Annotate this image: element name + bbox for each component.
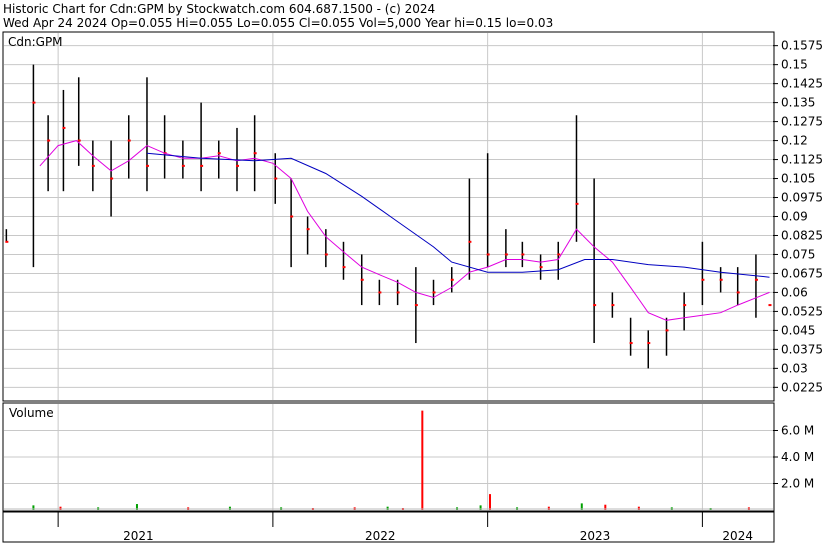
close-marker xyxy=(396,291,400,294)
year-label: 2021 xyxy=(123,529,154,543)
close-marker xyxy=(486,253,490,256)
close-marker xyxy=(217,152,221,155)
price-tick-label: 0.045 xyxy=(781,323,815,337)
close-marker xyxy=(274,177,278,180)
price-tick-label: 0.0375 xyxy=(781,342,823,356)
close-marker xyxy=(324,253,328,256)
close-marker xyxy=(611,304,615,307)
price-tick-label: 0.1275 xyxy=(781,115,823,129)
close-marker xyxy=(647,342,651,345)
price-tick-label: 0.15 xyxy=(781,58,808,72)
close-marker xyxy=(683,304,687,307)
price-tick-label: 0.135 xyxy=(781,96,815,110)
close-marker xyxy=(110,177,114,180)
price-y-axis: 0.1575 0.15 0.1425 0.135 0.1275 0.12 0.1125 0.1… xyxy=(773,39,823,394)
close-marker xyxy=(77,139,81,142)
close-marker xyxy=(200,164,204,167)
price-tick-label: 0.0675 xyxy=(781,266,823,280)
close-marker xyxy=(432,291,436,294)
close-marker xyxy=(5,240,9,243)
close-marker xyxy=(62,126,66,129)
price-tick-label: 0.0525 xyxy=(781,304,823,318)
close-marker xyxy=(253,152,257,155)
volume-tick-label: 2.0 M xyxy=(781,477,814,491)
price-tick-label: 0.105 xyxy=(781,172,815,186)
close-marker xyxy=(47,139,51,142)
year-label: 2022 xyxy=(365,529,396,543)
volume-tick-label: 6.0 M xyxy=(781,424,814,438)
chart-window: Historic Chart for Cdn:GPM by Stockwatch… xyxy=(0,0,830,543)
price-tick-label: 0.06 xyxy=(781,285,808,299)
volume-title: Volume xyxy=(9,406,54,420)
close-marker xyxy=(306,228,310,231)
close-marker xyxy=(378,291,382,294)
close-marker xyxy=(521,253,525,256)
close-marker xyxy=(539,266,543,269)
close-marker xyxy=(235,164,239,167)
close-marker xyxy=(414,304,418,307)
symbol-label: Cdn:GPM xyxy=(8,35,63,49)
volume-tick-label: 4.0 M xyxy=(781,450,814,464)
price-tick-label: 0.0225 xyxy=(781,380,823,394)
close-marker xyxy=(360,278,364,281)
price-tick-label: 0.075 xyxy=(781,247,815,261)
close-marker xyxy=(768,304,772,307)
close-marker xyxy=(629,342,633,345)
close-marker xyxy=(181,164,185,167)
price-tick-label: 0.09 xyxy=(781,210,808,224)
close-marker xyxy=(468,240,472,243)
close-marker xyxy=(665,329,669,332)
close-marker xyxy=(719,278,723,281)
close-marker xyxy=(593,304,597,307)
price-tick-label: 0.1125 xyxy=(781,153,823,167)
close-marker xyxy=(557,253,561,256)
stock-chart: 0.1575 0.15 0.1425 0.135 0.1275 0.12 0.1125 0.1… xyxy=(2,31,823,543)
close-marker xyxy=(32,101,36,104)
price-tick-label: 0.0825 xyxy=(781,228,823,242)
price-tick-label: 0.1425 xyxy=(781,77,823,91)
close-marker xyxy=(754,278,758,281)
close-marker xyxy=(342,266,346,269)
close-marker xyxy=(504,253,508,256)
price-tick-label: 0.1575 xyxy=(781,39,823,53)
close-marker xyxy=(145,164,149,167)
volume-y-axis: 6.0 M 4.0 M 2.0 M xyxy=(773,424,814,491)
close-marker xyxy=(450,278,454,281)
price-tick-label: 0.0975 xyxy=(781,191,823,205)
close-marker xyxy=(701,278,705,281)
year-label: 2023 xyxy=(580,529,611,543)
year-label: 2024 xyxy=(722,529,753,543)
price-tick-label: 0.12 xyxy=(781,134,808,148)
close-marker xyxy=(575,202,579,205)
close-marker xyxy=(127,139,131,142)
close-marker xyxy=(290,215,294,218)
price-tick-label: 0.03 xyxy=(781,361,808,375)
close-marker xyxy=(91,164,95,167)
close-marker xyxy=(736,291,740,294)
